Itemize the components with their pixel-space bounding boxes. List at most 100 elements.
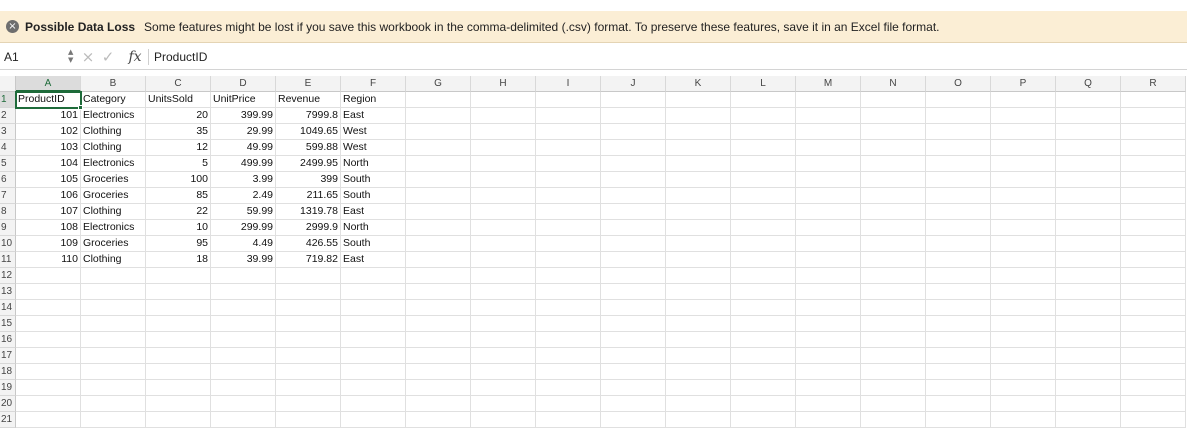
cell[interactable]	[1121, 92, 1186, 108]
cell[interactable]	[146, 396, 211, 412]
cell[interactable]: East	[341, 252, 406, 268]
cell[interactable]	[991, 380, 1056, 396]
cell[interactable]	[406, 412, 471, 428]
row-header-3[interactable]: 3	[0, 124, 16, 140]
cell[interactable]	[536, 140, 601, 156]
cell[interactable]	[991, 300, 1056, 316]
cell[interactable]	[406, 188, 471, 204]
cell[interactable]	[601, 172, 666, 188]
cell[interactable]	[666, 156, 731, 172]
row-header-20[interactable]: 20	[0, 396, 16, 412]
cell[interactable]	[796, 172, 861, 188]
cell[interactable]	[926, 300, 991, 316]
cell[interactable]	[731, 396, 796, 412]
cell[interactable]	[536, 172, 601, 188]
cell[interactable]	[926, 140, 991, 156]
cell[interactable]: Electronics	[81, 220, 146, 236]
cell[interactable]: South	[341, 172, 406, 188]
cell[interactable]	[991, 108, 1056, 124]
cell[interactable]	[991, 236, 1056, 252]
cell[interactable]	[1056, 188, 1121, 204]
cell[interactable]: North	[341, 156, 406, 172]
cell[interactable]	[601, 268, 666, 284]
column-header-i[interactable]: I	[536, 76, 601, 92]
cell[interactable]	[471, 268, 536, 284]
column-header-e[interactable]: E	[276, 76, 341, 92]
cell[interactable]	[406, 348, 471, 364]
cell[interactable]	[1121, 348, 1186, 364]
cell[interactable]	[471, 284, 536, 300]
cell[interactable]	[1121, 300, 1186, 316]
cell[interactable]	[1056, 92, 1121, 108]
cell[interactable]	[536, 412, 601, 428]
cell[interactable]	[276, 348, 341, 364]
cell[interactable]: 110	[16, 252, 81, 268]
cell[interactable]	[81, 380, 146, 396]
cell[interactable]: 399.99	[211, 108, 276, 124]
row-header-16[interactable]: 16	[0, 332, 16, 348]
cell[interactable]	[666, 172, 731, 188]
cell[interactable]	[861, 172, 926, 188]
cell[interactable]	[471, 124, 536, 140]
cell[interactable]	[1121, 396, 1186, 412]
cell[interactable]: 12	[146, 140, 211, 156]
cell[interactable]	[146, 300, 211, 316]
cell[interactable]	[926, 108, 991, 124]
cell[interactable]	[1056, 268, 1121, 284]
cell[interactable]: Groceries	[81, 172, 146, 188]
cell[interactable]	[861, 396, 926, 412]
cell[interactable]	[991, 412, 1056, 428]
row-header-9[interactable]: 9	[0, 220, 16, 236]
cell[interactable]	[796, 364, 861, 380]
cell[interactable]: 29.99	[211, 124, 276, 140]
cell[interactable]: 18	[146, 252, 211, 268]
cell[interactable]: South	[341, 236, 406, 252]
cell[interactable]	[926, 316, 991, 332]
cell[interactable]: 599.88	[276, 140, 341, 156]
header-cell[interactable]: UnitPrice	[211, 92, 276, 108]
cell[interactable]	[926, 172, 991, 188]
cell[interactable]	[81, 412, 146, 428]
cell[interactable]: 95	[146, 236, 211, 252]
cell[interactable]	[731, 220, 796, 236]
cell[interactable]: 2.49	[211, 188, 276, 204]
cell[interactable]	[1056, 220, 1121, 236]
cell[interactable]	[861, 124, 926, 140]
cell[interactable]	[731, 140, 796, 156]
cell[interactable]	[81, 300, 146, 316]
cell[interactable]	[1056, 172, 1121, 188]
cell[interactable]	[666, 108, 731, 124]
cell[interactable]	[341, 284, 406, 300]
cell[interactable]	[16, 364, 81, 380]
cell[interactable]: South	[341, 188, 406, 204]
cell[interactable]	[1056, 108, 1121, 124]
cell[interactable]	[406, 108, 471, 124]
column-header-n[interactable]: N	[861, 76, 926, 92]
cell[interactable]	[926, 364, 991, 380]
cell[interactable]	[601, 220, 666, 236]
cell[interactable]	[991, 348, 1056, 364]
cell[interactable]	[406, 156, 471, 172]
cell[interactable]	[471, 300, 536, 316]
cell[interactable]	[276, 268, 341, 284]
cancel-icon[interactable]: ×	[78, 48, 98, 66]
cell[interactable]	[926, 92, 991, 108]
cell[interactable]	[731, 316, 796, 332]
cell[interactable]	[211, 412, 276, 428]
cell[interactable]	[1056, 316, 1121, 332]
cell[interactable]	[1056, 284, 1121, 300]
column-header-p[interactable]: P	[991, 76, 1056, 92]
row-header-21[interactable]: 21	[0, 412, 16, 428]
cell[interactable]	[1056, 332, 1121, 348]
cell[interactable]	[1056, 380, 1121, 396]
cell[interactable]	[211, 284, 276, 300]
cell[interactable]	[991, 284, 1056, 300]
cell[interactable]	[471, 108, 536, 124]
cell[interactable]	[991, 332, 1056, 348]
formula-input[interactable]: ProductID	[154, 50, 207, 64]
cell[interactable]	[926, 124, 991, 140]
cell[interactable]	[796, 156, 861, 172]
header-cell[interactable]: ProductID	[15, 91, 82, 109]
cell[interactable]	[406, 316, 471, 332]
cell[interactable]	[991, 124, 1056, 140]
